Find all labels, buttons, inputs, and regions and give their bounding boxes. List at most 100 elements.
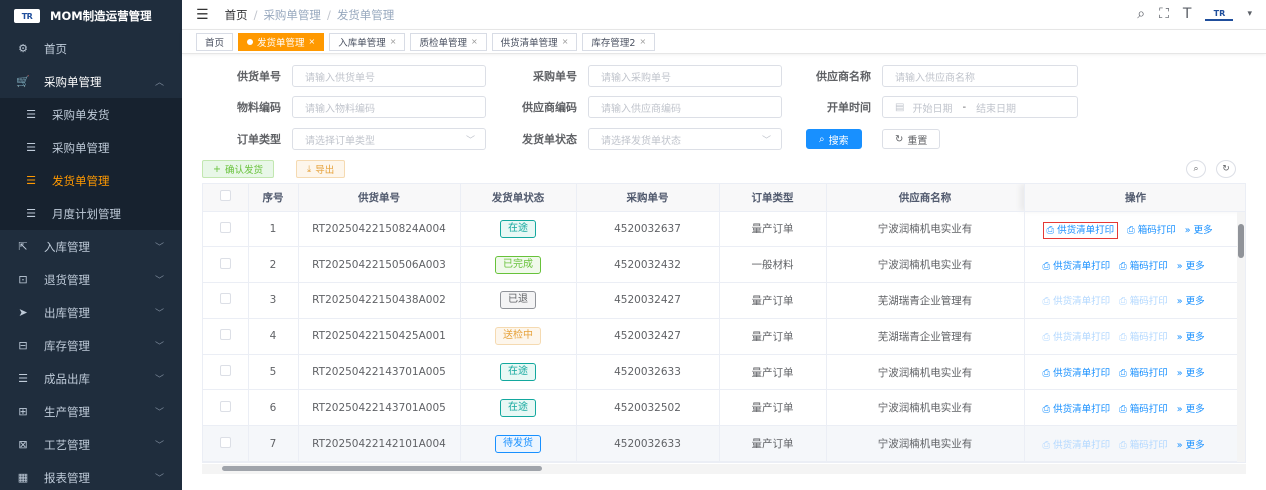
print-list-button[interactable]: ⎙ 供货清单打印 [1043, 332, 1111, 343]
table-row[interactable]: 1 RT20250422150824A004 在途 4520032637 量产订单 宁波润… [203, 211, 1245, 248]
user-avatar[interactable]: TR [1205, 7, 1234, 21]
printer-icon: ⎙ [1119, 368, 1130, 380]
sidebar-item[interactable]: ➤ 出库管理 ﹀ [0, 296, 182, 329]
fullscreen-icon[interactable]: ⛶ [1159, 6, 1169, 22]
chevron-down-icon: ﹀ [154, 243, 164, 253]
supplier-name-input[interactable]: 请输入供应商名称 [882, 65, 1078, 87]
table-header-row: 序号 供货单号 发货单状态 采购单号 订单类型 供应商名称 操作 [203, 184, 1245, 212]
search-button[interactable]: ⌕ 搜索 [806, 129, 862, 149]
print-list-button[interactable]: ⎙ 供货清单打印 [1043, 261, 1111, 272]
refresh-icon: ↻ [895, 133, 904, 145]
ship-status-select[interactable]: 请选择发货单状态 ﹀ [588, 128, 782, 150]
print-box-button[interactable]: ⎙ 箱码打印 [1127, 225, 1176, 236]
print-box-button[interactable]: ⎙ 箱码打印 [1119, 440, 1168, 451]
date-range-picker[interactable]: ▤ 开始日期 - 结束日期 [882, 96, 1078, 118]
row-checkbox[interactable] [219, 221, 231, 233]
sidebar-item-label: 首页 [44, 41, 67, 56]
sidebar-item[interactable]: ☰ 发货单管理 [0, 164, 182, 197]
print-list-button[interactable]: ⎙ 供货清单打印 [1042, 221, 1119, 239]
breadcrumb-item: 发货单管理 [336, 7, 395, 22]
vertical-scrollbar[interactable] [1237, 212, 1245, 462]
print-box-button[interactable]: ⎙ 箱码打印 [1119, 332, 1168, 343]
print-box-button[interactable]: ⎙ 箱码打印 [1119, 368, 1168, 379]
row-checkbox[interactable] [219, 257, 231, 269]
confirm-ship-button[interactable]: + 确认发货 [202, 160, 274, 178]
scroll-thumb[interactable] [222, 466, 542, 471]
more-button[interactable]: » 更多 [1177, 440, 1205, 451]
print-list-button[interactable]: ⎙ 供货清单打印 [1043, 404, 1111, 415]
close-icon[interactable]: × [562, 37, 569, 46]
print-list-button[interactable]: ⎙ 供货清单打印 [1043, 440, 1111, 451]
scroll-thumb[interactable] [1238, 224, 1244, 258]
print-box-button[interactable]: ⎙ 箱码打印 [1119, 296, 1168, 307]
row-checkbox[interactable] [219, 293, 231, 305]
sidebar-item[interactable]: ⊞ 生产管理 ﹀ [0, 395, 182, 428]
chevron-down-icon: ﹀ [154, 276, 164, 286]
more-button[interactable]: » 更多 [1177, 404, 1205, 415]
table-row[interactable]: 6 RT20250422143701A005 在途 4520032502 量产订单 宁波润… [203, 389, 1245, 427]
chevron-down-icon[interactable]: ▾ [1247, 9, 1252, 19]
close-icon[interactable]: × [390, 37, 397, 46]
tag-view-item[interactable]: 发货单管理 × [238, 32, 325, 51]
chevron-down-icon: ﹀ [154, 474, 164, 484]
sidebar-item[interactable]: ▦ 报表管理 ﹀ [0, 461, 182, 490]
sidebar-item[interactable]: ⊡ 退货管理 ﹀ [0, 263, 182, 296]
table-row[interactable]: 5 RT20250422143701A005 在途 4520032633 量产订单 宁波润… [203, 354, 1245, 391]
table-row[interactable]: 4 RT20250422150425A001 送检中 4520032427 量产订单 芜湖… [203, 318, 1245, 355]
more-button[interactable]: » 更多 [1177, 368, 1205, 379]
start-date[interactable]: 开始日期 [912, 100, 952, 115]
more-label: 更多 [1185, 332, 1205, 344]
print-list-button[interactable]: ⎙ 供货清单打印 [1043, 296, 1111, 307]
close-icon[interactable]: × [471, 37, 478, 46]
row-checkbox[interactable] [219, 365, 231, 377]
table-row[interactable]: 7 RT20250422142101A004 待发货 4520032633 量产订单 宁波… [203, 425, 1245, 462]
search-toggle-icon[interactable]: ⌕ [1186, 160, 1206, 178]
horizontal-scrollbar[interactable] [202, 464, 1246, 474]
more-button[interactable]: » 更多 [1177, 296, 1205, 307]
end-date[interactable]: 结束日期 [976, 100, 1016, 115]
sidebar-item[interactable]: ⊠ 工艺管理 ﹀ [0, 428, 182, 461]
sidebar-item[interactable]: ⊟ 库存管理 ﹀ [0, 329, 182, 362]
print-list-label: 供货清单打印 [1053, 260, 1111, 272]
row-checkbox[interactable] [219, 436, 231, 448]
date-separator: - [962, 101, 967, 113]
tag-view-item[interactable]: 库存管理2 × [582, 32, 656, 51]
refresh-icon[interactable]: ↻ [1216, 160, 1236, 178]
hamburger-icon[interactable]: ☰ [196, 7, 209, 23]
sidebar-item[interactable]: 🛒 采购单管理 ︿ [0, 65, 182, 98]
row-checkbox[interactable] [219, 400, 231, 412]
sidebar-item[interactable]: ☰ 采购单管理 [0, 131, 182, 164]
tag-view-item[interactable]: 质检单管理 × [410, 32, 487, 51]
col-header: 供货单号 [298, 184, 461, 212]
tag-view-item[interactable]: 入库单管理 × [329, 32, 406, 51]
supply-no-cell: RT20250422150425A001 [298, 318, 461, 355]
print-box-button[interactable]: ⎙ 箱码打印 [1119, 261, 1168, 272]
breadcrumb-item[interactable]: 采购单管理 [263, 8, 321, 22]
export-button[interactable]: ⤓ 导出 [296, 160, 346, 178]
sidebar-item[interactable]: ☰ 采购单发货 [0, 98, 182, 131]
po-cell: 4520032633 [576, 425, 720, 462]
supply-no-cell: RT20250422150438A002 [298, 282, 461, 319]
print-box-button[interactable]: ⎙ 箱码打印 [1119, 404, 1168, 415]
more-button[interactable]: » 更多 [1177, 261, 1205, 272]
breadcrumb-item[interactable]: 首页 [225, 8, 248, 22]
reset-button[interactable]: ↻ 重置 [882, 129, 941, 149]
more-button[interactable]: » 更多 [1177, 332, 1205, 343]
more-button[interactable]: » 更多 [1185, 225, 1213, 236]
sidebar-item[interactable]: ⇱ 入库管理 ﹀ [0, 230, 182, 263]
print-list-button[interactable]: ⎙ 供货清单打印 [1043, 368, 1111, 379]
row-checkbox[interactable] [219, 329, 231, 341]
font-size-icon[interactable]: T [1183, 6, 1192, 22]
select-all-checkbox[interactable] [219, 190, 231, 202]
tag-view-item[interactable]: 首页 [196, 32, 234, 51]
close-icon[interactable]: × [309, 37, 316, 46]
search-icon[interactable]: ⌕ [1137, 6, 1145, 22]
sidebar-item[interactable]: ☰ 成品出库 ﹀ [0, 362, 182, 395]
brand-title: MOM制造运营管理 [50, 9, 152, 23]
table-row[interactable]: 3 RT20250422150438A002 已退 4520032427 量产订单 芜湖瑞… [203, 282, 1245, 319]
sidebar-item[interactable]: ⚙ 首页 [0, 32, 182, 65]
close-icon[interactable]: × [639, 37, 646, 46]
sidebar-item[interactable]: ☰ 月度计划管理 [0, 197, 182, 230]
table-row[interactable]: 2 RT20250422150506A003 已完成 4520032432 一般材料 宁波… [203, 246, 1245, 284]
tag-view-item[interactable]: 供货清单管理 × [491, 32, 578, 51]
